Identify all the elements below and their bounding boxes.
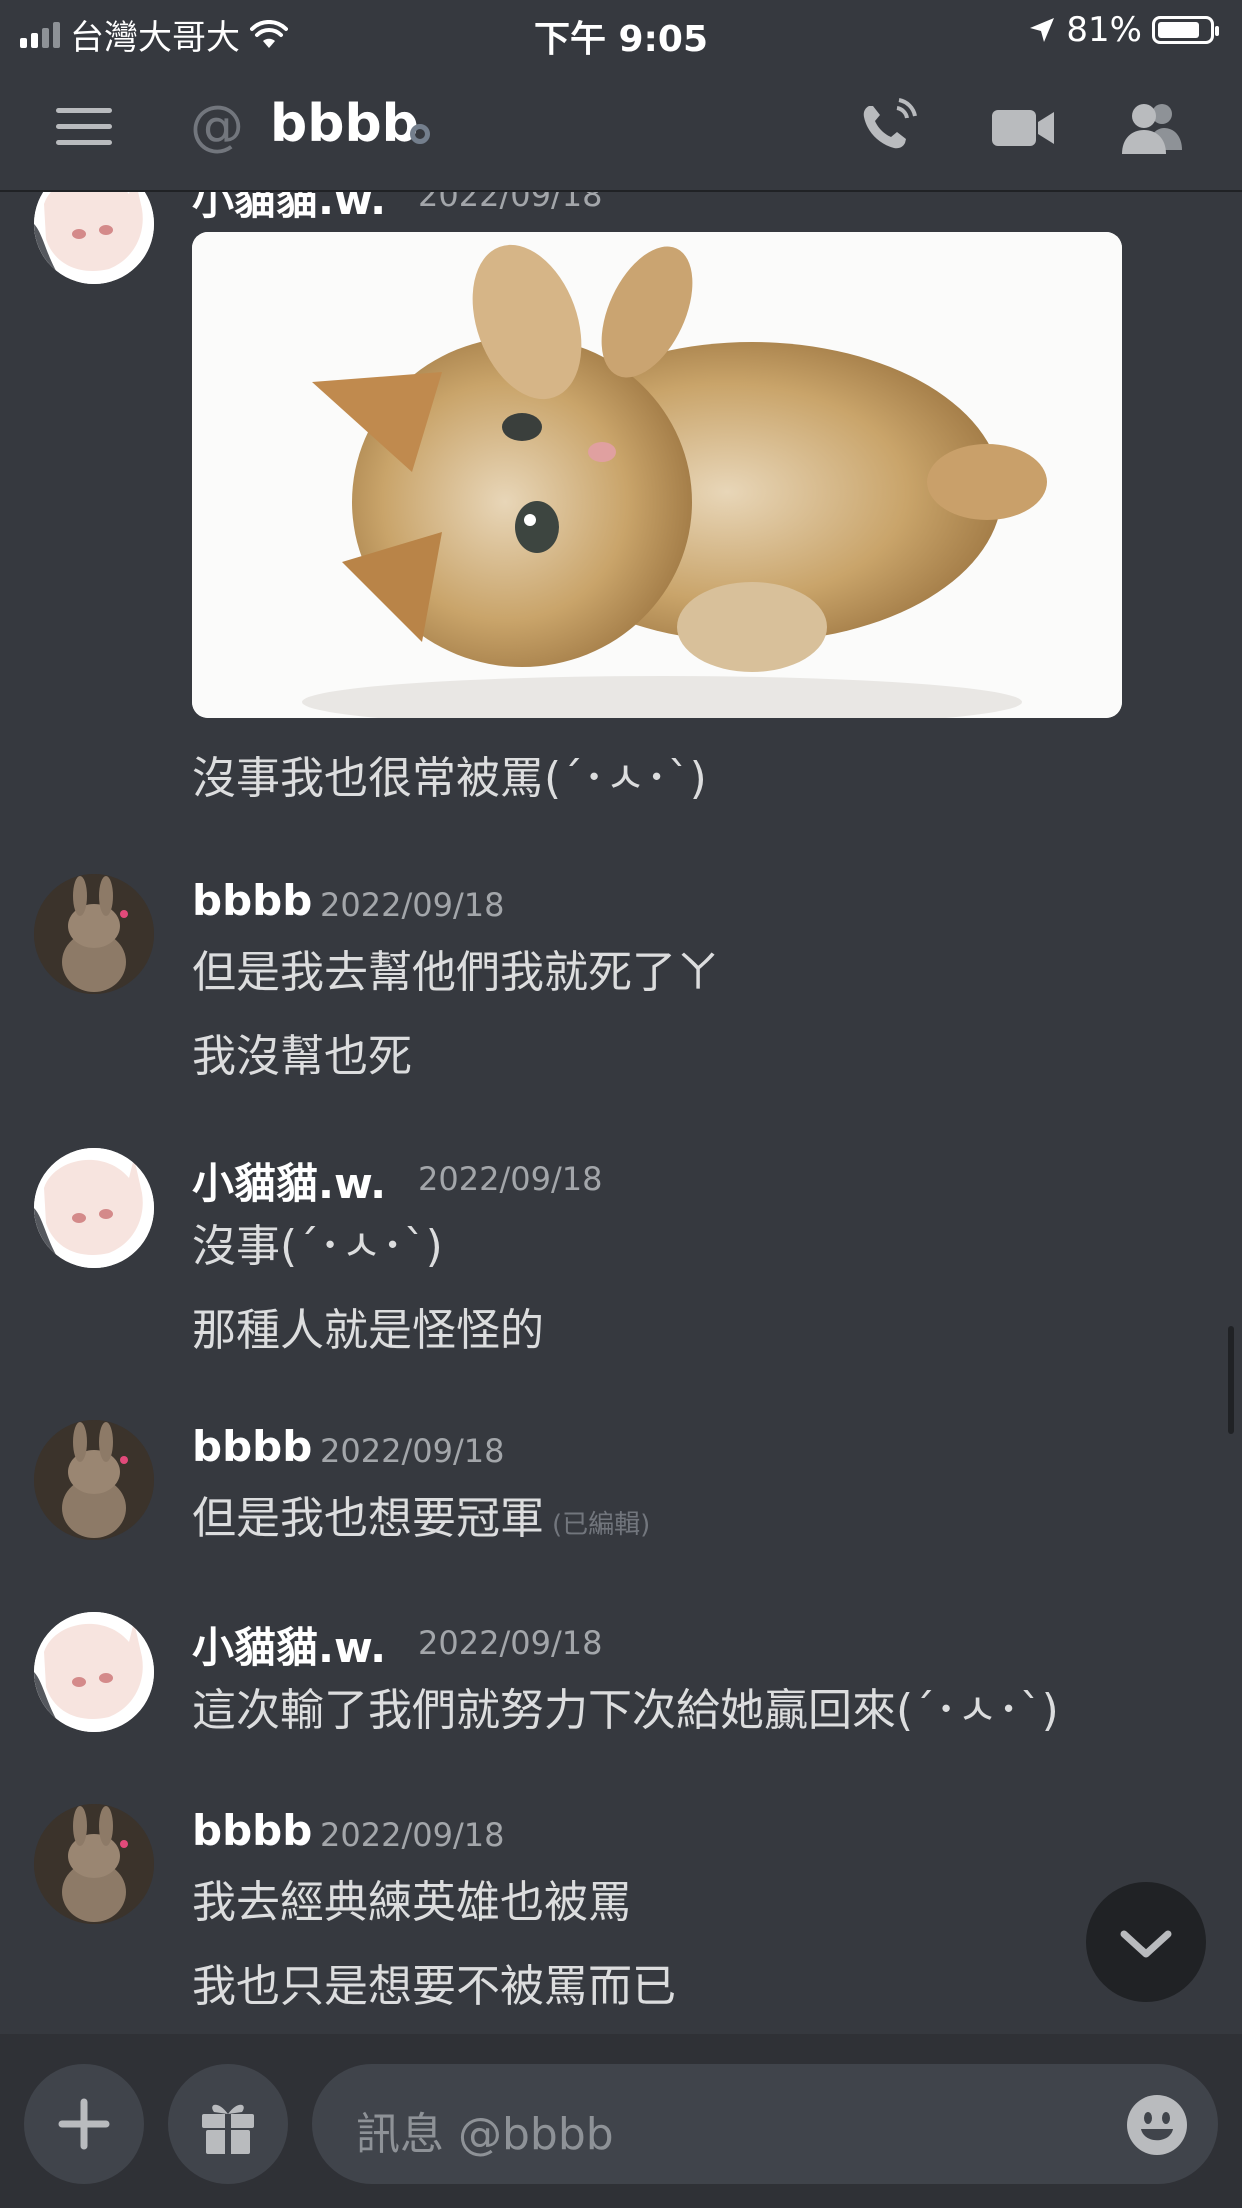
gift-icon	[202, 2104, 254, 2154]
channel-header: @ bbbb	[0, 64, 1242, 192]
avatar[interactable]	[34, 1420, 154, 1540]
at-icon: @	[190, 94, 244, 157]
message-input-placeholder: 訊息 @bbbb	[356, 2109, 614, 2160]
message-text: 這次輸了我們就努力下次給她贏回來(´･ㅅ･`)	[192, 1685, 1059, 1736]
message-text: 我也只是想要不被罵而已	[192, 1961, 676, 2012]
avatar[interactable]	[34, 1804, 154, 1924]
status-bar: 台灣大哥大 下午 9:05 81%	[0, 0, 1242, 64]
message-author[interactable]: 小貓貓.w.	[192, 192, 386, 227]
edited-label: (已編輯)	[552, 1510, 651, 1540]
status-right: 81%	[1028, 10, 1219, 50]
video-icon[interactable]	[988, 98, 1058, 158]
plus-icon	[58, 2098, 110, 2150]
message-timestamp: 2022/09/18	[320, 1816, 505, 1854]
message-text: 我去經典練英雄也被罵	[192, 1877, 632, 1928]
message-author[interactable]: bbbb	[192, 1806, 312, 1855]
message-timestamp: 2022/09/18	[320, 1432, 505, 1470]
location-arrow-icon	[1030, 18, 1055, 42]
phone-icon[interactable]	[855, 98, 925, 158]
plush-avatar-image	[34, 874, 154, 994]
message-author[interactable]: 小貓貓.w.	[192, 1614, 386, 1675]
anime-avatar-image	[34, 1612, 154, 1732]
message-author[interactable]: 小貓貓.w.	[192, 1150, 386, 1211]
message-input[interactable]: 訊息 @bbbb	[312, 2064, 1218, 2184]
plush-avatar-image	[34, 1804, 154, 1924]
plush-avatar-image	[34, 1420, 154, 1540]
kitten-photo	[192, 232, 1122, 718]
avatar[interactable]	[34, 192, 154, 284]
offline-status-indicator	[410, 124, 430, 144]
avatar[interactable]	[34, 1148, 154, 1268]
message-author[interactable]: bbbb	[192, 876, 312, 925]
add-attachment-button[interactable]	[24, 2064, 144, 2184]
message-list[interactable]: 小貓貓.w. 2022/09/18 沒事我也很常被罵(´･ㅅ･`) bbbb 2…	[0, 192, 1242, 2032]
channel-name[interactable]: bbbb	[270, 94, 419, 154]
message-timestamp: 2022/09/18	[418, 1624, 603, 1662]
battery-icon	[1152, 16, 1219, 44]
battery-level	[1158, 22, 1199, 38]
message-timestamp: 2022/09/18	[418, 192, 603, 214]
battery-percent: 81%	[1066, 10, 1142, 50]
menu-icon[interactable]	[56, 108, 112, 148]
message-timestamp: 2022/09/18	[418, 1160, 603, 1198]
anime-avatar-image	[34, 192, 154, 284]
message-text: 但是我也想要冠軍 (已編輯)	[192, 1482, 650, 1546]
anime-avatar-image	[34, 1148, 154, 1268]
chevron-down-icon	[1120, 1930, 1172, 1958]
message-text: 沒事我也很常被罵(´･ㅅ･`)	[192, 753, 707, 804]
image-attachment[interactable]	[192, 232, 1122, 718]
message-text: 沒事(´･ㅅ･`)	[192, 1221, 443, 1272]
message-text: 但是我去幫他們我就死了ㄚ	[192, 947, 720, 998]
message-text-content: 但是我也想要冠軍	[192, 1493, 544, 1544]
message-composer: 訊息 @bbbb	[0, 2034, 1242, 2208]
message-text: 我沒幫也死	[192, 1031, 412, 1082]
scrollbar-thumb[interactable]	[1228, 1326, 1234, 1434]
message-text: 那種人就是怪怪的	[192, 1305, 544, 1356]
jump-to-latest-button[interactable]	[1086, 1882, 1206, 2002]
emoji-icon[interactable]	[1126, 2094, 1188, 2156]
message-author[interactable]: bbbb	[192, 1422, 312, 1471]
avatar[interactable]	[34, 874, 154, 994]
gift-button[interactable]	[168, 2064, 288, 2184]
message-timestamp: 2022/09/18	[320, 886, 505, 924]
members-icon[interactable]	[1118, 98, 1188, 158]
avatar[interactable]	[34, 1612, 154, 1732]
